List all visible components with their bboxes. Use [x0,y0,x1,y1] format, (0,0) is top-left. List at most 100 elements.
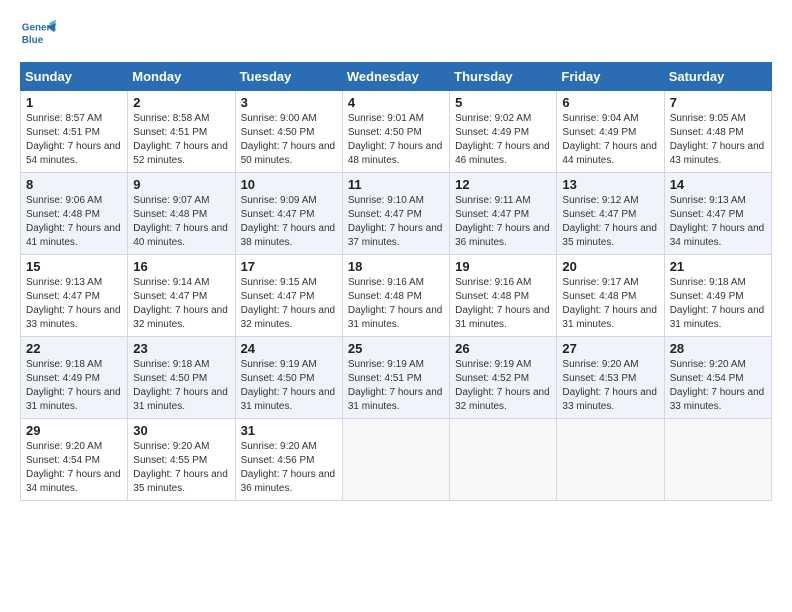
day-number: 17 [241,259,337,274]
day-number: 4 [348,95,444,110]
calendar-cell: 17 Sunrise: 9:15 AMSunset: 4:47 PMDayligh… [235,255,342,337]
cell-info: Sunrise: 9:14 AMSunset: 4:47 PMDaylight:… [133,277,228,330]
day-number: 13 [562,177,658,192]
cell-info: Sunrise: 9:13 AMSunset: 4:47 PMDaylight:… [26,277,121,330]
calendar-cell: 19 Sunrise: 9:16 AMSunset: 4:48 PMDayligh… [450,255,557,337]
calendar-cell [557,419,664,501]
cell-info: Sunrise: 9:20 AMSunset: 4:54 PMDaylight:… [26,441,121,494]
calendar-cell: 8 Sunrise: 9:06 AMSunset: 4:48 PMDaylight… [21,173,128,255]
calendar-cell [342,419,449,501]
cell-info: Sunrise: 9:05 AMSunset: 4:48 PMDaylight:… [670,113,765,166]
cell-info: Sunrise: 9:20 AMSunset: 4:56 PMDaylight:… [241,441,336,494]
cell-info: Sunrise: 9:15 AMSunset: 4:47 PMDaylight:… [241,277,336,330]
calendar-cell: 30 Sunrise: 9:20 AMSunset: 4:55 PMDayligh… [128,419,235,501]
calendar-cell: 5 Sunrise: 9:02 AMSunset: 4:49 PMDaylight… [450,91,557,173]
day-number: 6 [562,95,658,110]
day-number: 20 [562,259,658,274]
week-row-5: 29 Sunrise: 9:20 AMSunset: 4:54 PMDayligh… [21,419,772,501]
day-number: 21 [670,259,766,274]
cell-info: Sunrise: 9:20 AMSunset: 4:53 PMDaylight:… [562,359,657,412]
cell-info: Sunrise: 9:16 AMSunset: 4:48 PMDaylight:… [455,277,550,330]
day-number: 29 [26,423,122,438]
cell-info: Sunrise: 8:58 AMSunset: 4:51 PMDaylight:… [133,113,228,166]
cell-info: Sunrise: 9:13 AMSunset: 4:47 PMDaylight:… [670,195,765,248]
cell-info: Sunrise: 9:18 AMSunset: 4:49 PMDaylight:… [26,359,121,412]
calendar-cell: 7 Sunrise: 9:05 AMSunset: 4:48 PMDaylight… [664,91,771,173]
day-number: 31 [241,423,337,438]
cell-info: Sunrise: 9:20 AMSunset: 4:55 PMDaylight:… [133,441,228,494]
week-row-4: 22 Sunrise: 9:18 AMSunset: 4:49 PMDayligh… [21,337,772,419]
calendar-cell: 6 Sunrise: 9:04 AMSunset: 4:49 PMDaylight… [557,91,664,173]
weekday-header-tuesday: Tuesday [235,63,342,91]
cell-info: Sunrise: 9:06 AMSunset: 4:48 PMDaylight:… [26,195,121,248]
calendar-cell: 16 Sunrise: 9:14 AMSunset: 4:47 PMDayligh… [128,255,235,337]
calendar-cell: 13 Sunrise: 9:12 AMSunset: 4:47 PMDayligh… [557,173,664,255]
week-row-3: 15 Sunrise: 9:13 AMSunset: 4:47 PMDayligh… [21,255,772,337]
weekday-header-saturday: Saturday [664,63,771,91]
calendar-table: SundayMondayTuesdayWednesdayThursdayFrid… [20,62,772,501]
week-row-1: 1Sunrise: 8:57 AMSunset: 4:51 PMDaylight… [21,91,772,173]
header: General Blue [20,16,772,52]
calendar-cell: 9Sunrise: 9:07 AMSunset: 4:48 PMDaylight… [128,173,235,255]
weekday-header-friday: Friday [557,63,664,91]
day-number: 9 [133,177,229,192]
calendar-cell: 27 Sunrise: 9:20 AMSunset: 4:53 PMDayligh… [557,337,664,419]
logo: General Blue [20,16,56,52]
day-number: 18 [348,259,444,274]
header-row: SundayMondayTuesdayWednesdayThursdayFrid… [21,63,772,91]
calendar-cell: 12 Sunrise: 9:11 AMSunset: 4:47 PMDayligh… [450,173,557,255]
calendar-cell: 29 Sunrise: 9:20 AMSunset: 4:54 PMDayligh… [21,419,128,501]
calendar-cell: 22 Sunrise: 9:18 AMSunset: 4:49 PMDayligh… [21,337,128,419]
calendar-cell: 31 Sunrise: 9:20 AMSunset: 4:56 PMDayligh… [235,419,342,501]
cell-info: Sunrise: 9:01 AMSunset: 4:50 PMDaylight:… [348,113,443,166]
day-number: 2 [133,95,229,110]
weekday-header-monday: Monday [128,63,235,91]
calendar-cell [664,419,771,501]
svg-text:Blue: Blue [22,35,44,46]
logo-icon: General Blue [20,16,56,52]
cell-info: Sunrise: 9:04 AMSunset: 4:49 PMDaylight:… [562,113,657,166]
day-number: 7 [670,95,766,110]
calendar-cell: 10Sunrise: 9:09 AMSunset: 4:47 PMDayligh… [235,173,342,255]
day-number: 12 [455,177,551,192]
calendar-cell: 4 Sunrise: 9:01 AMSunset: 4:50 PMDaylight… [342,91,449,173]
weekday-header-thursday: Thursday [450,63,557,91]
cell-info: Sunrise: 9:12 AMSunset: 4:47 PMDaylight:… [562,195,657,248]
day-number: 19 [455,259,551,274]
cell-info: Sunrise: 9:19 AMSunset: 4:50 PMDaylight:… [241,359,336,412]
day-number: 5 [455,95,551,110]
calendar-cell: 3Sunrise: 9:00 AMSunset: 4:50 PMDaylight… [235,91,342,173]
day-number: 23 [133,341,229,356]
cell-info: Sunrise: 9:18 AMSunset: 4:50 PMDaylight:… [133,359,228,412]
calendar-cell: 18 Sunrise: 9:16 AMSunset: 4:48 PMDayligh… [342,255,449,337]
day-number: 8 [26,177,122,192]
calendar-cell: 11Sunrise: 9:10 AMSunset: 4:47 PMDayligh… [342,173,449,255]
weekday-header-sunday: Sunday [21,63,128,91]
cell-info: Sunrise: 9:02 AMSunset: 4:49 PMDaylight:… [455,113,550,166]
calendar-cell: 2 Sunrise: 8:58 AMSunset: 4:51 PMDaylight… [128,91,235,173]
day-number: 11 [348,177,444,192]
day-number: 28 [670,341,766,356]
calendar-cell: 23 Sunrise: 9:18 AMSunset: 4:50 PMDayligh… [128,337,235,419]
cell-info: Sunrise: 9:16 AMSunset: 4:48 PMDaylight:… [348,277,443,330]
weekday-header-wednesday: Wednesday [342,63,449,91]
day-number: 26 [455,341,551,356]
day-number: 15 [26,259,122,274]
day-number: 27 [562,341,658,356]
calendar-cell: 15 Sunrise: 9:13 AMSunset: 4:47 PMDayligh… [21,255,128,337]
calendar-cell: 21 Sunrise: 9:18 AMSunset: 4:49 PMDayligh… [664,255,771,337]
cell-info: Sunrise: 9:18 AMSunset: 4:49 PMDaylight:… [670,277,765,330]
day-number: 16 [133,259,229,274]
calendar-cell: 25Sunrise: 9:19 AMSunset: 4:51 PMDayligh… [342,337,449,419]
calendar-cell [450,419,557,501]
cell-info: Sunrise: 9:11 AMSunset: 4:47 PMDaylight:… [455,195,550,248]
week-row-2: 8 Sunrise: 9:06 AMSunset: 4:48 PMDaylight… [21,173,772,255]
calendar-cell: 26Sunrise: 9:19 AMSunset: 4:52 PMDayligh… [450,337,557,419]
day-number: 30 [133,423,229,438]
day-number: 24 [241,341,337,356]
day-number: 3 [241,95,337,110]
day-number: 25 [348,341,444,356]
calendar-cell: 28Sunrise: 9:20 AMSunset: 4:54 PMDayligh… [664,337,771,419]
day-number: 22 [26,341,122,356]
day-number: 14 [670,177,766,192]
